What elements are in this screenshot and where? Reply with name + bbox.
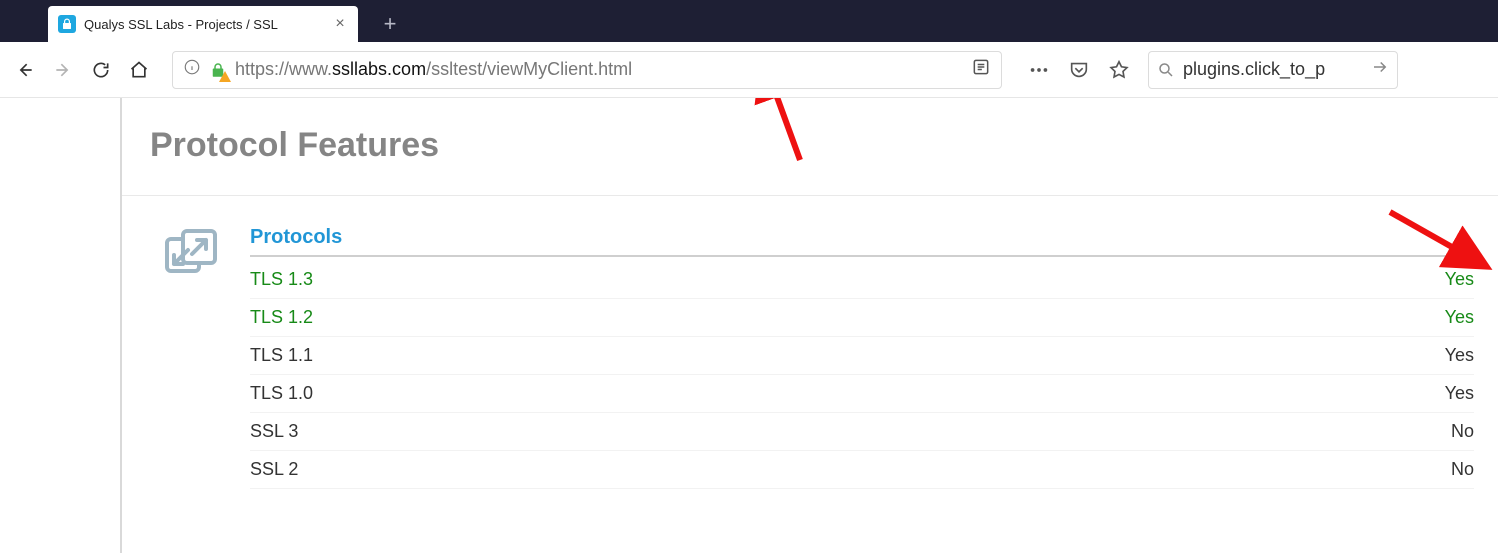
protocol-row: SSL 3 No [250,413,1474,451]
protocol-value: Yes [1445,269,1474,290]
bookmark-star-icon[interactable] [1102,53,1136,87]
protocol-value: Yes [1445,383,1474,404]
new-tab-button[interactable]: + [372,6,408,42]
protocol-value: No [1451,459,1474,480]
address-bar[interactable]: https://www.ssllabs.com/ssltest/viewMyCl… [172,51,1002,89]
protocol-name: TLS 1.1 [250,345,313,366]
protocols-block: Protocols TLS 1.3 Yes TLS 1.2 Yes TLS 1.1 Yes… [122,196,1498,489]
search-box[interactable]: plugins.click_to_p [1148,51,1398,89]
protocols-section-title: Protocols [250,226,1474,257]
site-info-icon[interactable] [183,58,201,81]
url-domain: ssllabs.com [332,59,426,79]
protocol-name: SSL 2 [250,459,298,480]
protocol-value: Yes [1445,345,1474,366]
content-area: Protocol Features Protocols TLS 1.3YesTL… [120,98,1498,553]
page-heading: Protocol Features [122,108,1498,195]
search-icon [1157,61,1175,79]
search-text: plugins.click_to_p [1183,59,1325,80]
url-scheme: https://www. [235,59,332,79]
url-text: https://www.ssllabs.com/ssltest/viewMyCl… [235,59,963,80]
protocol-value: Yes [1445,307,1474,328]
toolbar-icons [1022,53,1136,87]
url-path: /ssltest/viewMyClient.html [426,59,632,79]
protocols-table: Protocols TLS 1.3 Yes TLS 1.2 Yes TLS 1.1 Yes… [250,226,1474,489]
protocol-row: TLS 1.1 Yes [250,337,1474,375]
browser-tab[interactable]: Qualys SSL Labs - Projects / SSL × [48,6,358,42]
left-rail [0,98,36,553]
tab-title: Qualys SSL Labs - Projects / SSL [84,17,326,32]
protocol-name: SSL 3 [250,421,298,442]
reader-mode-icon[interactable] [971,57,991,82]
protocol-row: SSL 2 No [250,451,1474,489]
lock-warning-icon[interactable] [209,61,227,79]
tab-close-icon[interactable]: × [332,16,348,32]
protocol-row: TLS 1.0 Yes [250,375,1474,413]
protocol-name: TLS 1.2 [250,307,313,328]
page-actions-icon[interactable] [1022,53,1056,87]
page-viewport: Protocol Features Protocols TLS 1.3YesTL… [0,98,1498,553]
pocket-icon[interactable] [1062,53,1096,87]
protocol-row: TLS 1.3 Yes [250,261,1474,299]
home-button[interactable] [122,53,156,87]
search-go-icon[interactable] [1371,58,1389,81]
protocol-name: TLS 1.0 [250,383,313,404]
protocol-name: TLS 1.3 [250,269,313,290]
protocol-row: TLS 1.2 Yes [250,299,1474,337]
tab-strip: Qualys SSL Labs - Projects / SSL × + [0,0,1498,42]
protocol-value: No [1451,421,1474,442]
toolbar: https://www.ssllabs.com/ssltest/viewMyCl… [0,42,1498,98]
back-button[interactable] [8,53,42,87]
reload-button[interactable] [84,53,118,87]
expand-icon[interactable] [162,226,220,284]
lock-favicon-icon [58,15,76,33]
forward-button[interactable] [46,53,80,87]
